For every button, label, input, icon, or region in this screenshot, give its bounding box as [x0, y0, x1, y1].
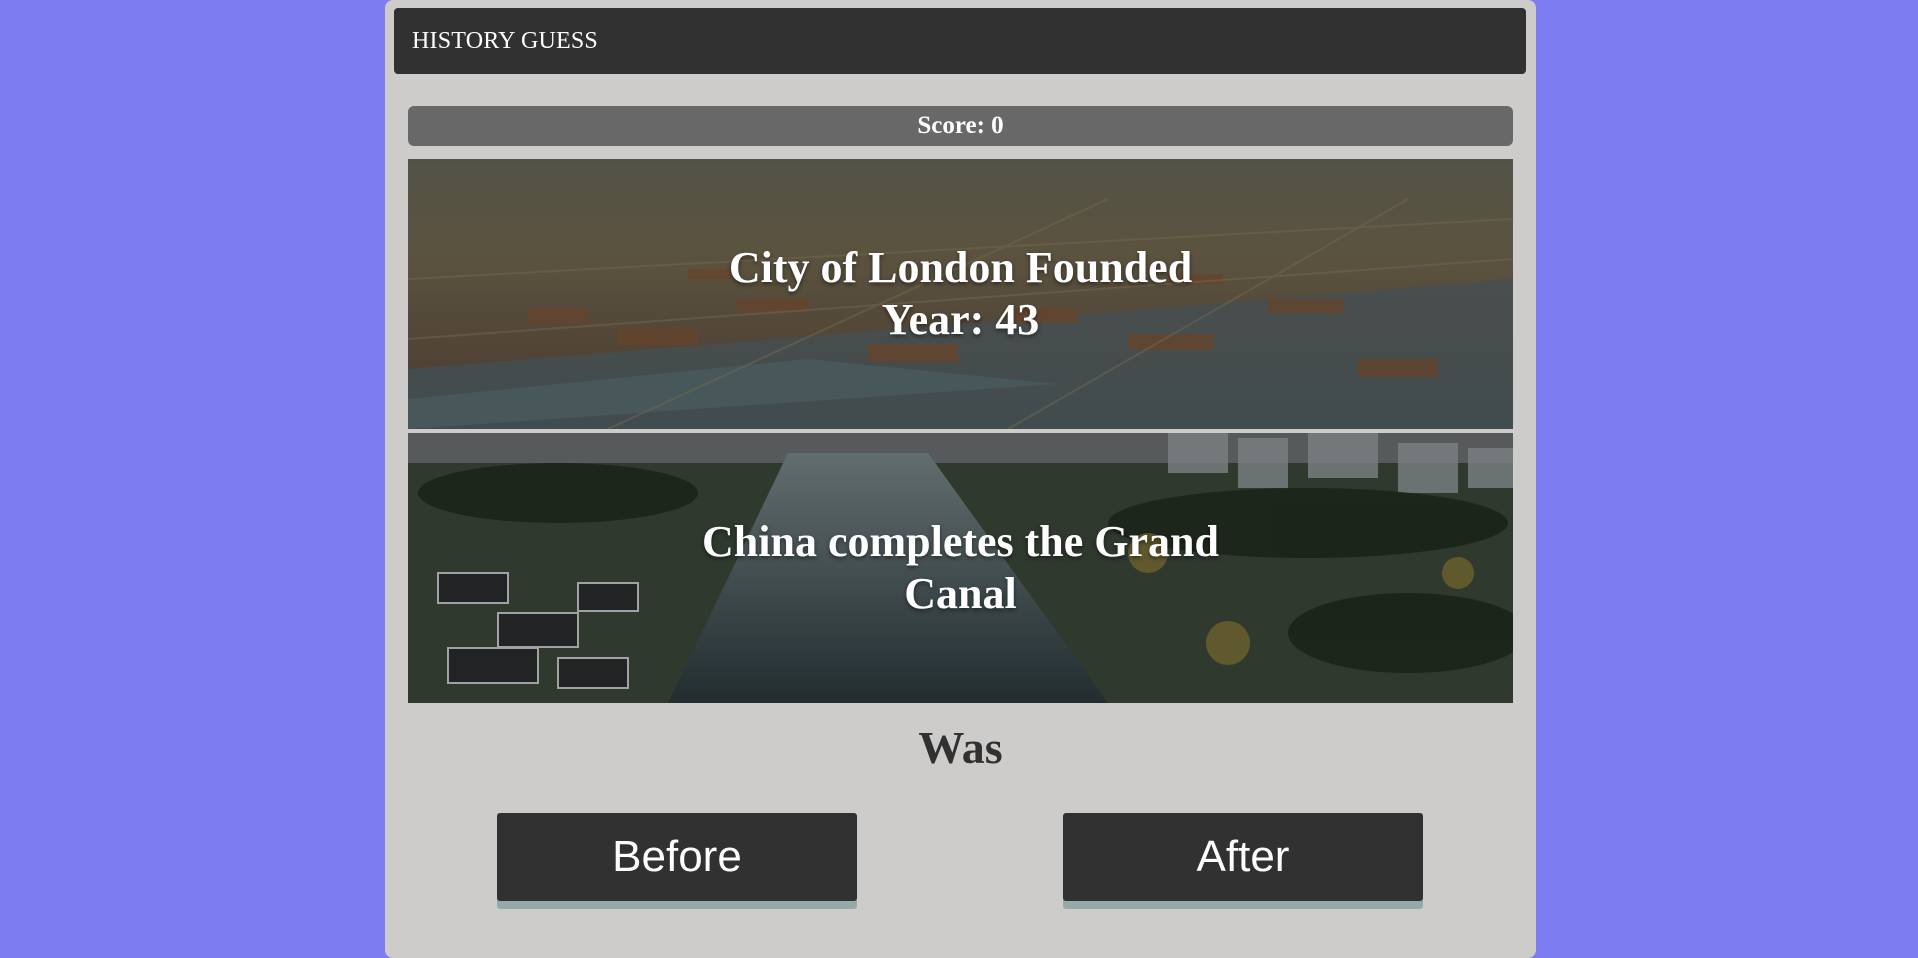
before-button[interactable]: Before	[497, 813, 857, 901]
event-card-known-text: City of London Founded Year: 43	[408, 159, 1513, 429]
question-prompt: Was	[918, 722, 1003, 773]
score-bar: Score: 0	[408, 106, 1513, 146]
event-title: China completes the Grand Canal	[702, 517, 1219, 618]
score-label: Score: 0	[917, 112, 1004, 139]
app-header: HISTORY GUESS	[394, 8, 1526, 74]
event-card-guess: China completes the Grand Canal	[408, 433, 1513, 703]
after-button[interactable]: After	[1063, 813, 1423, 901]
app-title: HISTORY GUESS	[412, 28, 598, 54]
event-title: City of London Founded	[728, 243, 1193, 292]
event-card-known: City of London Founded Year: 43	[408, 159, 1513, 429]
event-year: Year: 43	[881, 295, 1040, 344]
game-panel: HISTORY GUESS Score: 0 City of London Fo…	[385, 0, 1536, 958]
event-card-guess-text: China completes the Grand Canal	[408, 433, 1513, 703]
